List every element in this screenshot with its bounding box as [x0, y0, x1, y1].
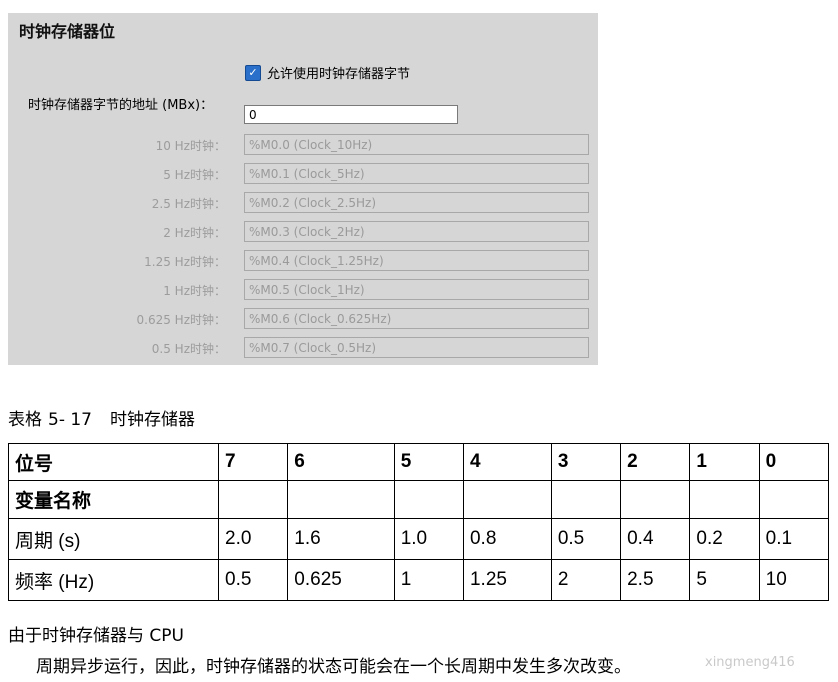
caption-prefix: 表格 [8, 410, 42, 430]
table-cell: 0.4 [620, 518, 691, 560]
enable-clock-memory-row[interactable]: ✓ 允许使用时钟存储器字节 [245, 63, 410, 82]
table-cell [550, 480, 622, 519]
clock-label: 2 Hz时钟： [163, 226, 226, 240]
table-cell: 1.0 [393, 518, 464, 560]
table-cell: 10 [758, 559, 830, 601]
table-cell [462, 480, 552, 519]
table-cell [689, 480, 760, 519]
table-cell: 1.6 [287, 518, 395, 560]
table-cell: 0.8 [462, 518, 552, 560]
table-cell: 0.5 [217, 559, 289, 601]
table-cell: 周期 (s) [8, 518, 219, 560]
clock-label: 1 Hz时钟： [163, 284, 226, 298]
table-row: 频率 (Hz) 0.5 0.625 1 1.25 2 2.5 5 10 [8, 559, 830, 601]
clock-label: 2.5 Hz时钟： [151, 197, 226, 211]
clock-field: %M0.1 (Clock_5Hz) [244, 163, 589, 184]
clock-field: %M0.2 (Clock_2.5Hz) [244, 192, 589, 213]
clock-memory-table: 位号 7 6 5 4 3 2 1 0 变量名称 周期 (s) 2.0 1.6 1… [8, 443, 830, 601]
enable-checkbox[interactable]: ✓ [245, 64, 261, 81]
clock-row: 1.25 Hz时钟： %M0.4 (Clock_1.25Hz) [8, 250, 598, 272]
clock-field: %M0.4 (Clock_1.25Hz) [244, 250, 589, 271]
enable-label: 允许使用时钟存储器字节 [267, 67, 411, 82]
address-input[interactable]: 0 [244, 105, 458, 124]
table-cell: 1.25 [462, 559, 552, 601]
table-cell: 2 [550, 559, 622, 601]
table-caption: 表格 5- 17 时钟存储器 [8, 405, 195, 430]
table-cell: 4 [462, 443, 552, 481]
caption-number: 5- 17 [48, 410, 92, 430]
clock-label: 0.5 Hz时钟： [151, 342, 226, 356]
caption-title: 时钟存储器 [110, 410, 195, 430]
footer-text-line-2: 周期异步运行，因此，时钟存储器的状态可能会在一个长周期中发生多次改变。 [36, 657, 631, 677]
table-cell: 7 [217, 443, 289, 481]
table-cell: 2.0 [217, 518, 289, 560]
address-label: 时钟存储器字节的地址 (MBx)： [28, 98, 214, 113]
table-cell: 1 [393, 559, 464, 601]
clock-label: 5 Hz时钟： [163, 168, 226, 182]
clock-field: %M0.6 (Clock_0.625Hz) [244, 308, 589, 329]
clock-field: %M0.0 (Clock_10Hz) [244, 134, 589, 155]
table-cell: 2 [620, 443, 691, 481]
table-row: 周期 (s) 2.0 1.6 1.0 0.8 0.5 0.4 0.2 0.1 [8, 518, 830, 560]
clock-row: 0.625 Hz时钟： %M0.6 (Clock_0.625Hz) [8, 308, 598, 330]
clock-field: %M0.3 (Clock_2Hz) [244, 221, 589, 242]
clock-field: %M0.7 (Clock_0.5Hz) [244, 337, 589, 358]
clock-row: 1 Hz时钟： %M0.5 (Clock_1Hz) [8, 279, 598, 301]
table-cell: 0.1 [758, 518, 830, 560]
footer-text-line-1: 由于时钟存储器与 CPU [8, 626, 184, 646]
table-cell [287, 480, 395, 519]
clock-label: 10 Hz时钟： [155, 139, 226, 153]
table-cell: 3 [550, 443, 622, 481]
table-cell: 0 [758, 443, 830, 481]
clock-memory-panel: 时钟存储器位 ✓ 允许使用时钟存储器字节 时钟存储器字节的地址 (MBx)： 0… [8, 13, 598, 365]
table-cell: 0.5 [550, 518, 622, 560]
clock-row: 2 Hz时钟： %M0.3 (Clock_2Hz) [8, 221, 598, 243]
table-row: 位号 7 6 5 4 3 2 1 0 [8, 443, 830, 481]
table-cell [217, 480, 289, 519]
clock-row: 0.5 Hz时钟： %M0.7 (Clock_0.5Hz) [8, 337, 598, 359]
clock-field: %M0.5 (Clock_1Hz) [244, 279, 589, 300]
table-cell: 2.5 [620, 559, 691, 601]
clock-row: 2.5 Hz时钟： %M0.2 (Clock_2.5Hz) [8, 192, 598, 214]
table-row: 变量名称 [8, 480, 830, 519]
clock-row: 10 Hz时钟： %M0.0 (Clock_10Hz) [8, 134, 598, 156]
table-cell: 6 [287, 443, 395, 481]
table-cell: 0.625 [287, 559, 395, 601]
table-cell [393, 480, 464, 519]
table-cell: 0.2 [689, 518, 760, 560]
panel-title: 时钟存储器位 [19, 22, 116, 41]
watermark: xingmeng416 [705, 655, 795, 670]
table-cell: 频率 (Hz) [8, 559, 219, 601]
table-cell [620, 480, 691, 519]
table-cell: 1 [689, 443, 760, 481]
clock-row: 5 Hz时钟： %M0.1 (Clock_5Hz) [8, 163, 598, 185]
table-cell [758, 480, 830, 519]
clock-label: 1.25 Hz时钟： [144, 255, 226, 269]
table-cell: 5 [393, 443, 464, 481]
clock-label: 0.625 Hz时钟： [136, 313, 227, 327]
table-cell: 变量名称 [8, 480, 219, 519]
table-cell: 位号 [8, 443, 219, 481]
table-cell: 5 [689, 559, 760, 601]
